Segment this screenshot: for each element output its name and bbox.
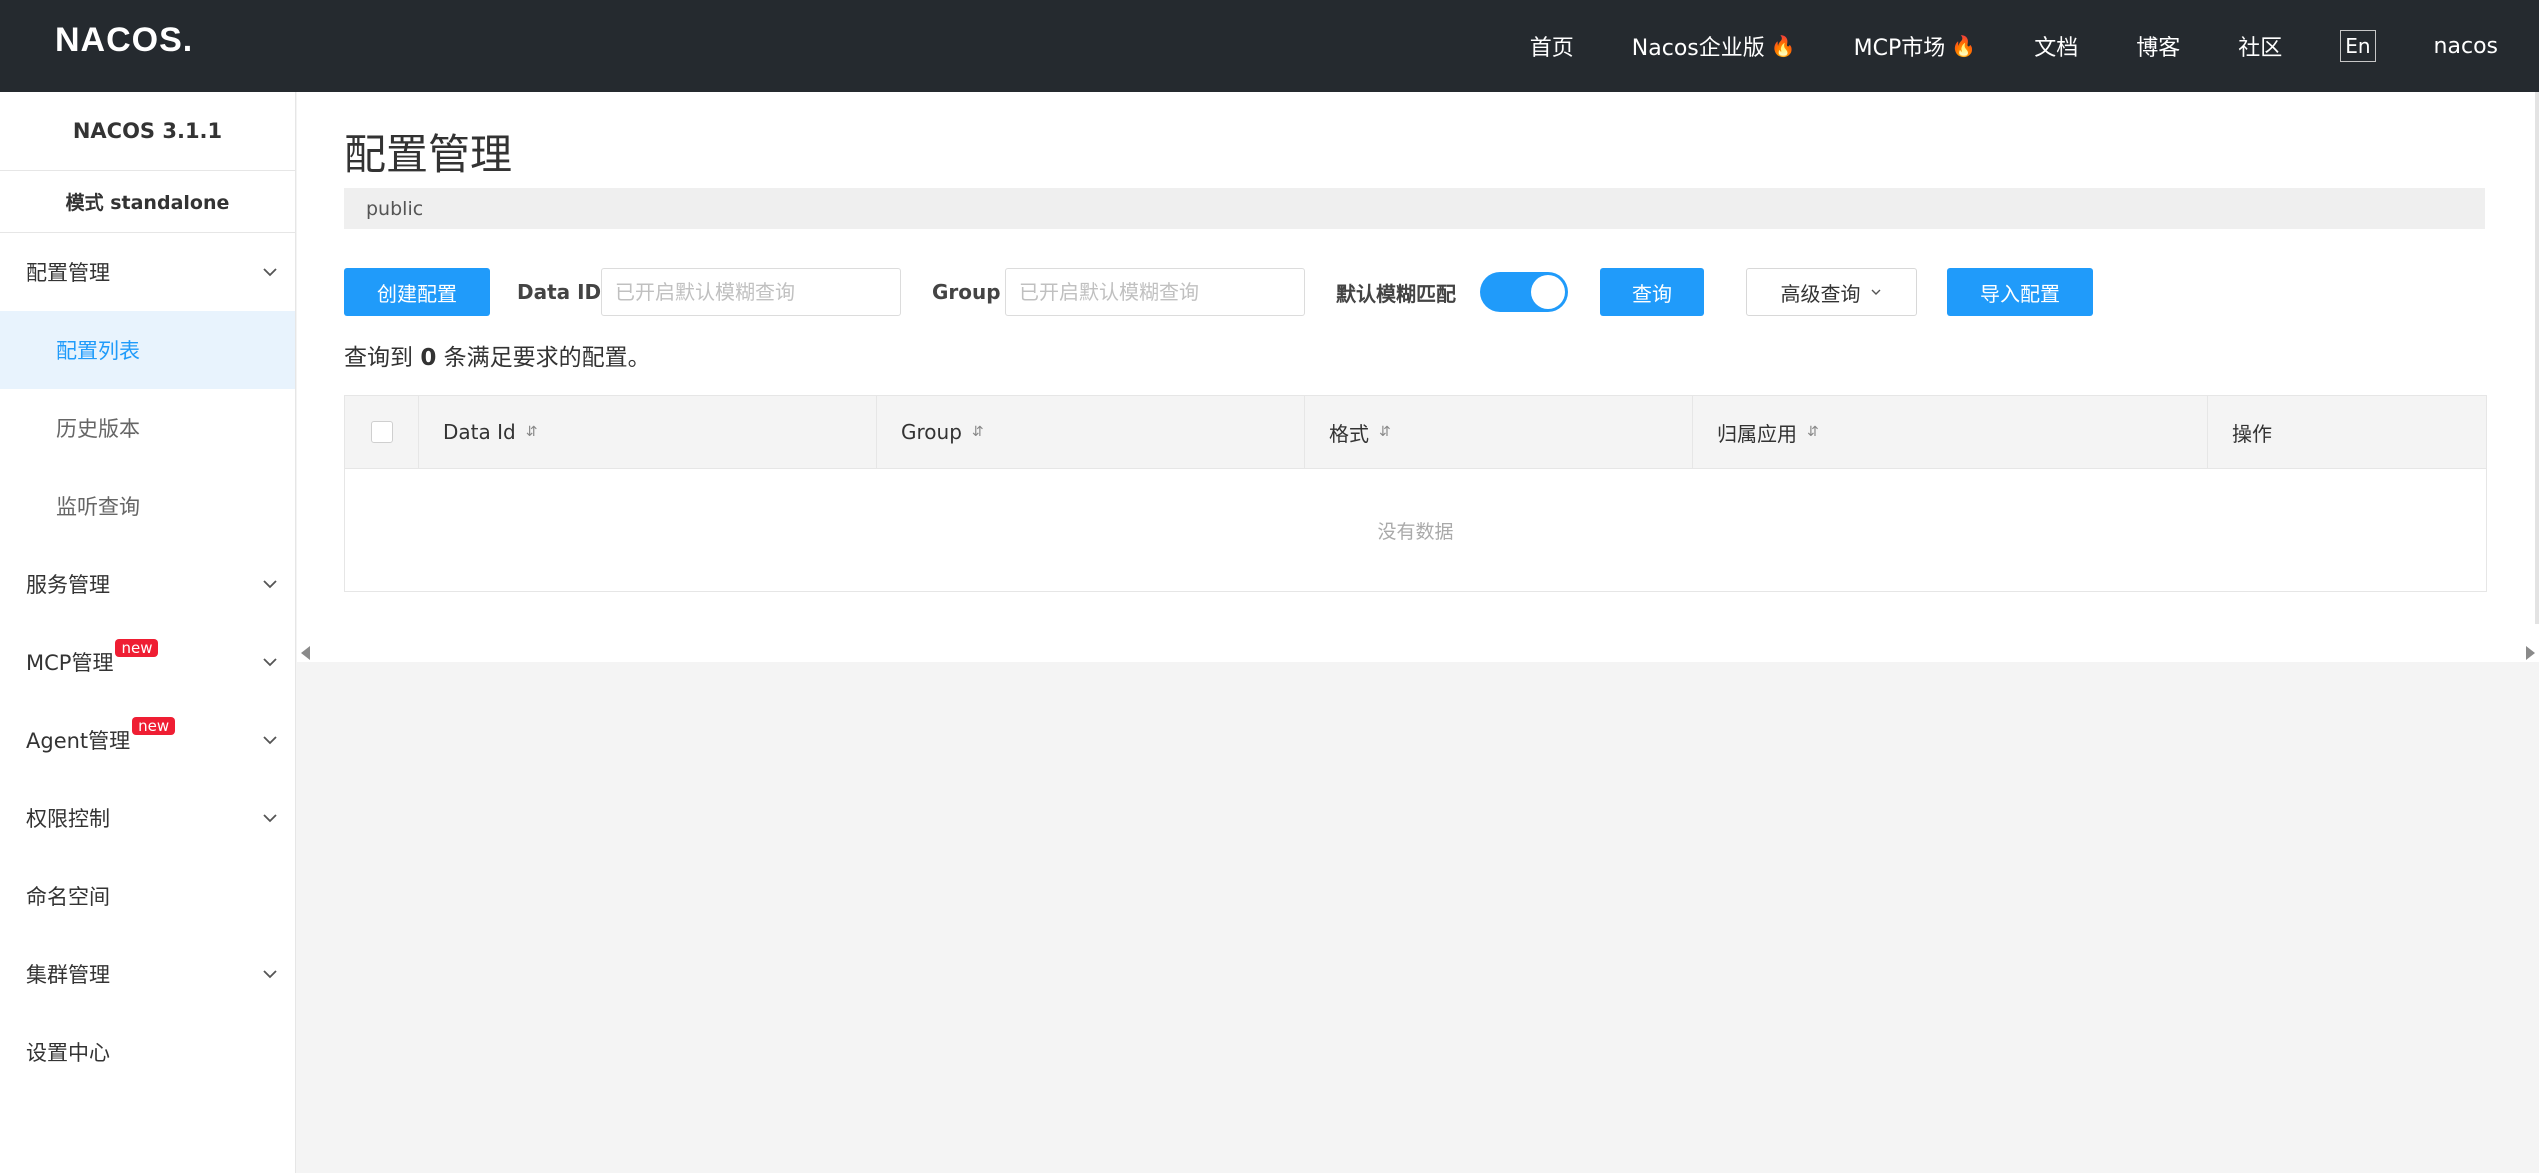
- toggle-knob: [1531, 275, 1565, 309]
- search-toolbar: 创建配置 Data ID Group 默认模糊匹配 查询 高级查询 导入配置: [344, 268, 2494, 316]
- column-label: 操作: [2232, 421, 2272, 446]
- nav-community-label: 社区: [2238, 36, 2283, 61]
- result-count: 0: [420, 345, 437, 371]
- column-label: Data Id: [443, 420, 516, 444]
- user-menu[interactable]: nacos: [2434, 34, 2498, 59]
- language-switch[interactable]: En: [2340, 30, 2376, 62]
- main-content: 配置管理 public 创建配置 Data ID Group 默认模糊匹配 查询…: [297, 92, 2539, 662]
- sort-icon[interactable]: ⇵: [526, 424, 538, 440]
- sidebar-item-mcp-management[interactable]: MCP管理 new: [0, 623, 295, 701]
- fuzzy-match-toggle[interactable]: [1480, 272, 1568, 312]
- nav-docs-label: 文档: [2034, 36, 2079, 61]
- column-app[interactable]: 归属应用 ⇵: [1693, 396, 2208, 468]
- nav-community[interactable]: 社区: [2238, 30, 2282, 62]
- empty-state: 没有数据: [1377, 520, 1454, 543]
- sidebar-item-settings[interactable]: 设置中心: [0, 1013, 295, 1091]
- import-config-button[interactable]: 导入配置: [1947, 268, 2093, 316]
- scroll-left-icon[interactable]: [301, 646, 310, 660]
- sidebar-item-service-management[interactable]: 服务管理: [0, 545, 295, 623]
- mode-label: 模式 standalone: [0, 171, 295, 233]
- sidebar-item-label: Agent管理: [26, 729, 131, 753]
- nav-enterprise-label: Nacos企业版: [1631, 36, 1765, 61]
- sidebar-item-label: 集群管理: [26, 963, 110, 987]
- chevron-down-icon: [263, 736, 277, 745]
- nacos-logo[interactable]: NACOS.: [55, 21, 193, 59]
- sidebar-item-config-management[interactable]: 配置管理: [0, 233, 295, 311]
- query-button[interactable]: 查询: [1600, 268, 1704, 316]
- result-prefix: 查询到: [344, 345, 413, 371]
- chevron-down-icon: [263, 658, 277, 667]
- column-group[interactable]: Group ⇵: [877, 396, 1305, 468]
- sidebar-item-namespace[interactable]: 命名空间: [0, 857, 295, 935]
- sidebar-item-listener-query[interactable]: 监听查询: [0, 467, 295, 545]
- page-title: 配置管理: [344, 130, 513, 179]
- sort-icon[interactable]: ⇵: [1807, 424, 1819, 440]
- nav-mcp-market-label: MCP市场: [1853, 36, 1946, 61]
- sidebar-item-label: 命名空间: [26, 885, 110, 909]
- sort-icon[interactable]: ⇵: [972, 424, 984, 440]
- table-header: Data Id ⇵ Group ⇵ 格式 ⇵ 归属应用 ⇵ 操作: [345, 396, 2486, 469]
- select-all-checkbox[interactable]: [371, 421, 393, 443]
- column-label: 归属应用: [1717, 421, 1797, 446]
- nav-home-label: 首页: [1529, 36, 1574, 61]
- sidebar-item-access-control[interactable]: 权限控制: [0, 779, 295, 857]
- chevron-down-icon: [263, 268, 277, 277]
- nav-docs[interactable]: 文档: [2034, 30, 2078, 62]
- select-all-cell: [345, 396, 419, 468]
- sidebar-item-label: 服务管理: [26, 573, 110, 597]
- chevron-down-icon: [263, 970, 277, 979]
- chevron-down-icon: [1871, 289, 1880, 295]
- result-suffix: 条满足要求的配置。: [443, 345, 651, 371]
- nav-home[interactable]: 首页: [1530, 30, 1574, 62]
- new-badge: new: [115, 639, 159, 657]
- data-id-label: Data ID: [517, 280, 602, 304]
- namespace-tab-public[interactable]: public: [366, 198, 423, 220]
- sidebar-item-label: 历史版本: [56, 417, 140, 441]
- top-header: NACOS. 首页 Nacos企业版 🔥 MCP市场 🔥 文档 博客 社区 En n…: [0, 0, 2539, 92]
- fuzzy-match-label: 默认模糊匹配: [1336, 281, 1456, 306]
- sidebar-item-cluster-management[interactable]: 集群管理: [0, 935, 295, 1013]
- namespace-bar: public: [344, 188, 2485, 229]
- horizontal-scrollbar[interactable]: [297, 640, 2539, 664]
- fire-icon: 🔥: [1951, 34, 1977, 58]
- advanced-query-button[interactable]: 高级查询: [1746, 268, 1917, 316]
- nav-enterprise[interactable]: Nacos企业版 🔥: [1632, 30, 1796, 62]
- sidebar-item-label: MCP管理: [26, 651, 114, 675]
- config-table: Data Id ⇵ Group ⇵ 格式 ⇵ 归属应用 ⇵ 操作 没有数据: [344, 395, 2487, 592]
- sidebar-item-label: 设置中心: [26, 1041, 110, 1065]
- nav-blog-label: 博客: [2136, 36, 2181, 61]
- sidebar-item-label: 配置列表: [56, 339, 140, 363]
- chevron-down-icon: [263, 580, 277, 589]
- top-nav: 首页 Nacos企业版 🔥 MCP市场 🔥 文档 博客 社区 En nacos: [1501, 0, 2539, 92]
- group-label: Group: [932, 280, 1001, 304]
- fire-icon: 🔥: [1770, 34, 1796, 58]
- column-data-id[interactable]: Data Id ⇵: [419, 396, 877, 468]
- data-id-input[interactable]: [601, 268, 901, 316]
- group-input[interactable]: [1005, 268, 1305, 316]
- scroll-right-icon[interactable]: [2526, 646, 2535, 660]
- sidebar-item-label: 权限控制: [26, 807, 110, 831]
- nav-mcp-market[interactable]: MCP市场 🔥: [1854, 30, 1977, 62]
- advanced-query-label: 高级查询: [1780, 281, 1861, 306]
- column-actions: 操作: [2208, 396, 2486, 468]
- sidebar-item-label: 配置管理: [26, 261, 110, 285]
- language-label: En: [2340, 30, 2376, 62]
- sort-icon[interactable]: ⇵: [1379, 424, 1391, 440]
- vertical-scrollbar[interactable]: [2535, 92, 2539, 624]
- create-config-button[interactable]: 创建配置: [344, 268, 490, 316]
- version-label: NACOS 3.1.1: [0, 92, 295, 171]
- sidebar-item-label: 监听查询: [56, 495, 140, 519]
- new-badge: new: [132, 717, 176, 735]
- nav-blog[interactable]: 博客: [2136, 30, 2180, 62]
- result-summary: 查询到 0 条满足要求的配置。: [344, 338, 651, 372]
- chevron-down-icon: [263, 814, 277, 823]
- column-label: Group: [901, 420, 962, 444]
- column-format[interactable]: 格式 ⇵: [1305, 396, 1693, 468]
- sidebar-item-config-list[interactable]: 配置列表: [0, 311, 295, 389]
- sidebar-item-history[interactable]: 历史版本: [0, 389, 295, 467]
- sidebar-item-agent-management[interactable]: Agent管理 new: [0, 701, 295, 779]
- column-label: 格式: [1329, 421, 1369, 446]
- sidebar: NACOS 3.1.1 模式 standalone 配置管理 配置列表 历史版本…: [0, 92, 296, 1173]
- username: nacos: [2433, 33, 2498, 59]
